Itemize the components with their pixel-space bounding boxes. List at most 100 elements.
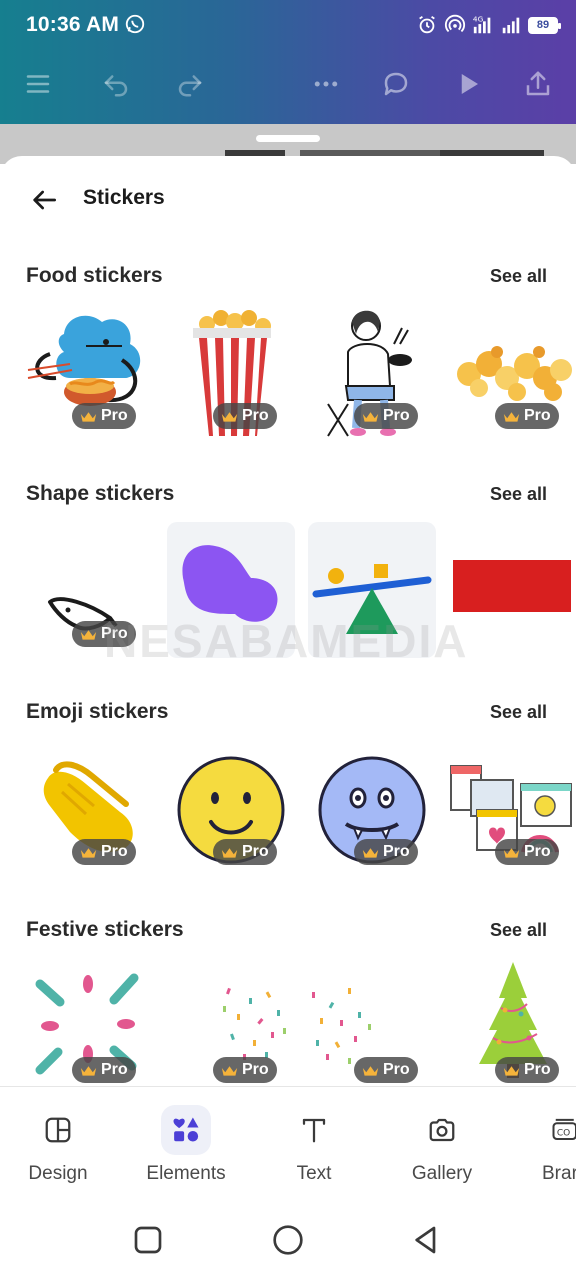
more-dots-icon	[314, 81, 338, 87]
design-icon	[33, 1105, 83, 1155]
stickers-panel: Stickers Food stickers See all Pro Pro P…	[0, 156, 576, 1086]
sticker-tile-festive-1[interactable]: Pro	[26, 958, 154, 1086]
system-nav-bar	[0, 1198, 576, 1280]
pro-badge: Pro	[72, 621, 136, 647]
sticker-row: Pro Pro Pro Pro	[26, 740, 576, 876]
crown-icon	[221, 1065, 238, 1076]
see-all-link[interactable]: See all	[490, 702, 547, 723]
nav-design[interactable]: Design	[0, 1105, 118, 1185]
menu-button[interactable]	[20, 66, 56, 102]
sticker-tile-emoji-4[interactable]: Pro	[449, 740, 576, 876]
see-all-link[interactable]: See all	[490, 484, 547, 505]
sticker-tile-festive-2[interactable]: Pro	[167, 958, 295, 1086]
redo-button[interactable]	[172, 66, 208, 102]
sticker-tile-festive-4[interactable]: Pro	[449, 958, 576, 1086]
editor-header: 10:36 AM 4G 89	[0, 0, 576, 124]
nav-elements[interactable]: Elements	[126, 1105, 246, 1185]
alarm-icon	[419, 15, 435, 34]
crown-icon	[503, 411, 520, 422]
status-time: 10:36 AM	[26, 13, 120, 36]
comment-icon	[384, 72, 408, 96]
sticker-row: Pro Pro Pro Pro	[26, 304, 576, 440]
pro-badge: Pro	[354, 403, 418, 429]
status-bar: 10:36 AM 4G 89	[0, 0, 576, 50]
editor-bottom-nav: Design Elements Text Gallery CO Brar	[0, 1086, 576, 1198]
pro-badge: Pro	[213, 403, 277, 429]
sticker-tile-emoji-1[interactable]: Pro	[26, 740, 154, 876]
section-food-stickers: Food stickers See all Pro Pro Pro Pro	[0, 264, 576, 464]
sticker-tile-food-3[interactable]: Pro	[308, 304, 436, 440]
sticker-tile-food-1[interactable]: Pro	[26, 304, 154, 440]
nav-text[interactable]: Text	[254, 1105, 374, 1185]
pro-badge: Pro	[354, 1057, 418, 1083]
pro-badge: Pro	[72, 403, 136, 429]
recents-icon[interactable]	[132, 1224, 164, 1256]
back-icon[interactable]	[410, 1224, 442, 1256]
sticker-tile-shape-4[interactable]	[449, 522, 576, 658]
crown-icon	[362, 847, 379, 858]
share-icon	[526, 71, 550, 96]
crown-icon	[503, 847, 520, 858]
sticker-tile-shape-3[interactable]	[308, 522, 436, 658]
undo-icon	[104, 75, 128, 97]
sticker-tile-emoji-3[interactable]: Pro	[308, 740, 436, 876]
nav-brand[interactable]: CO Brar	[510, 1105, 576, 1185]
pro-badge: Pro	[354, 839, 418, 865]
sticker-tile-food-4[interactable]: Pro	[449, 304, 576, 440]
crown-icon	[221, 847, 238, 858]
section-title: Emoji stickers	[26, 700, 169, 723]
section-title: Food stickers	[26, 264, 163, 287]
crown-icon	[503, 1065, 520, 1076]
play-icon	[461, 74, 478, 94]
sticker-tile-food-2[interactable]: Pro	[167, 304, 295, 440]
pro-badge: Pro	[495, 403, 559, 429]
home-icon[interactable]	[272, 1224, 304, 1256]
editor-toolbar	[0, 58, 576, 110]
panel-title: Stickers	[83, 186, 165, 209]
section-title: Festive stickers	[26, 918, 184, 941]
section-shape-stickers: Shape stickers See all Pro	[0, 482, 576, 682]
crown-icon	[80, 411, 97, 422]
signal-4g-icon: 4G	[473, 14, 491, 34]
pro-badge: Pro	[495, 1057, 559, 1083]
crown-icon	[221, 411, 238, 422]
sheet-drag-handle[interactable]	[256, 135, 320, 142]
pro-badge: Pro	[495, 839, 559, 865]
seesaw-sticker	[312, 564, 432, 634]
undo-button[interactable]	[98, 66, 134, 102]
comment-button[interactable]	[378, 66, 414, 102]
crown-icon	[80, 629, 97, 640]
back-arrow-icon[interactable]	[28, 184, 60, 216]
signal-bars-icon	[502, 17, 520, 34]
sticker-row: Pro	[26, 522, 576, 658]
status-icons: 4G 89	[416, 13, 561, 37]
share-button[interactable]	[520, 66, 556, 102]
pro-badge: Pro	[72, 1057, 136, 1083]
section-title: Shape stickers	[26, 482, 175, 505]
hamburger-icon	[26, 75, 50, 93]
text-icon	[289, 1105, 339, 1155]
see-all-link[interactable]: See all	[490, 266, 547, 287]
svg-text:CO: CO	[557, 1129, 570, 1139]
battery-icon: 89	[528, 16, 561, 34]
nav-gallery[interactable]: Gallery	[382, 1105, 502, 1185]
crown-icon	[362, 1065, 379, 1076]
pro-badge: Pro	[72, 839, 136, 865]
pro-badge: Pro	[213, 839, 277, 865]
sticker-tile-festive-3[interactable]: Pro	[308, 958, 436, 1086]
pro-badge: Pro	[213, 1057, 277, 1083]
sticker-tile-emoji-2[interactable]: Pro	[167, 740, 295, 876]
whatsapp-icon	[125, 14, 145, 34]
redo-icon	[178, 75, 202, 97]
present-button[interactable]	[450, 66, 486, 102]
sticker-tile-shape-1[interactable]: Pro	[26, 522, 154, 658]
camera-icon	[417, 1105, 467, 1155]
brand-icon: CO	[540, 1105, 576, 1155]
elements-icon	[161, 1105, 211, 1155]
sticker-tile-shape-2[interactable]	[167, 522, 295, 658]
panel-header: Stickers	[0, 176, 576, 224]
see-all-link[interactable]: See all	[490, 920, 547, 941]
more-button[interactable]	[308, 66, 344, 102]
sticker-row: Pro Pro Pro Pro	[26, 958, 576, 1086]
purple-blob-sticker	[182, 545, 278, 622]
